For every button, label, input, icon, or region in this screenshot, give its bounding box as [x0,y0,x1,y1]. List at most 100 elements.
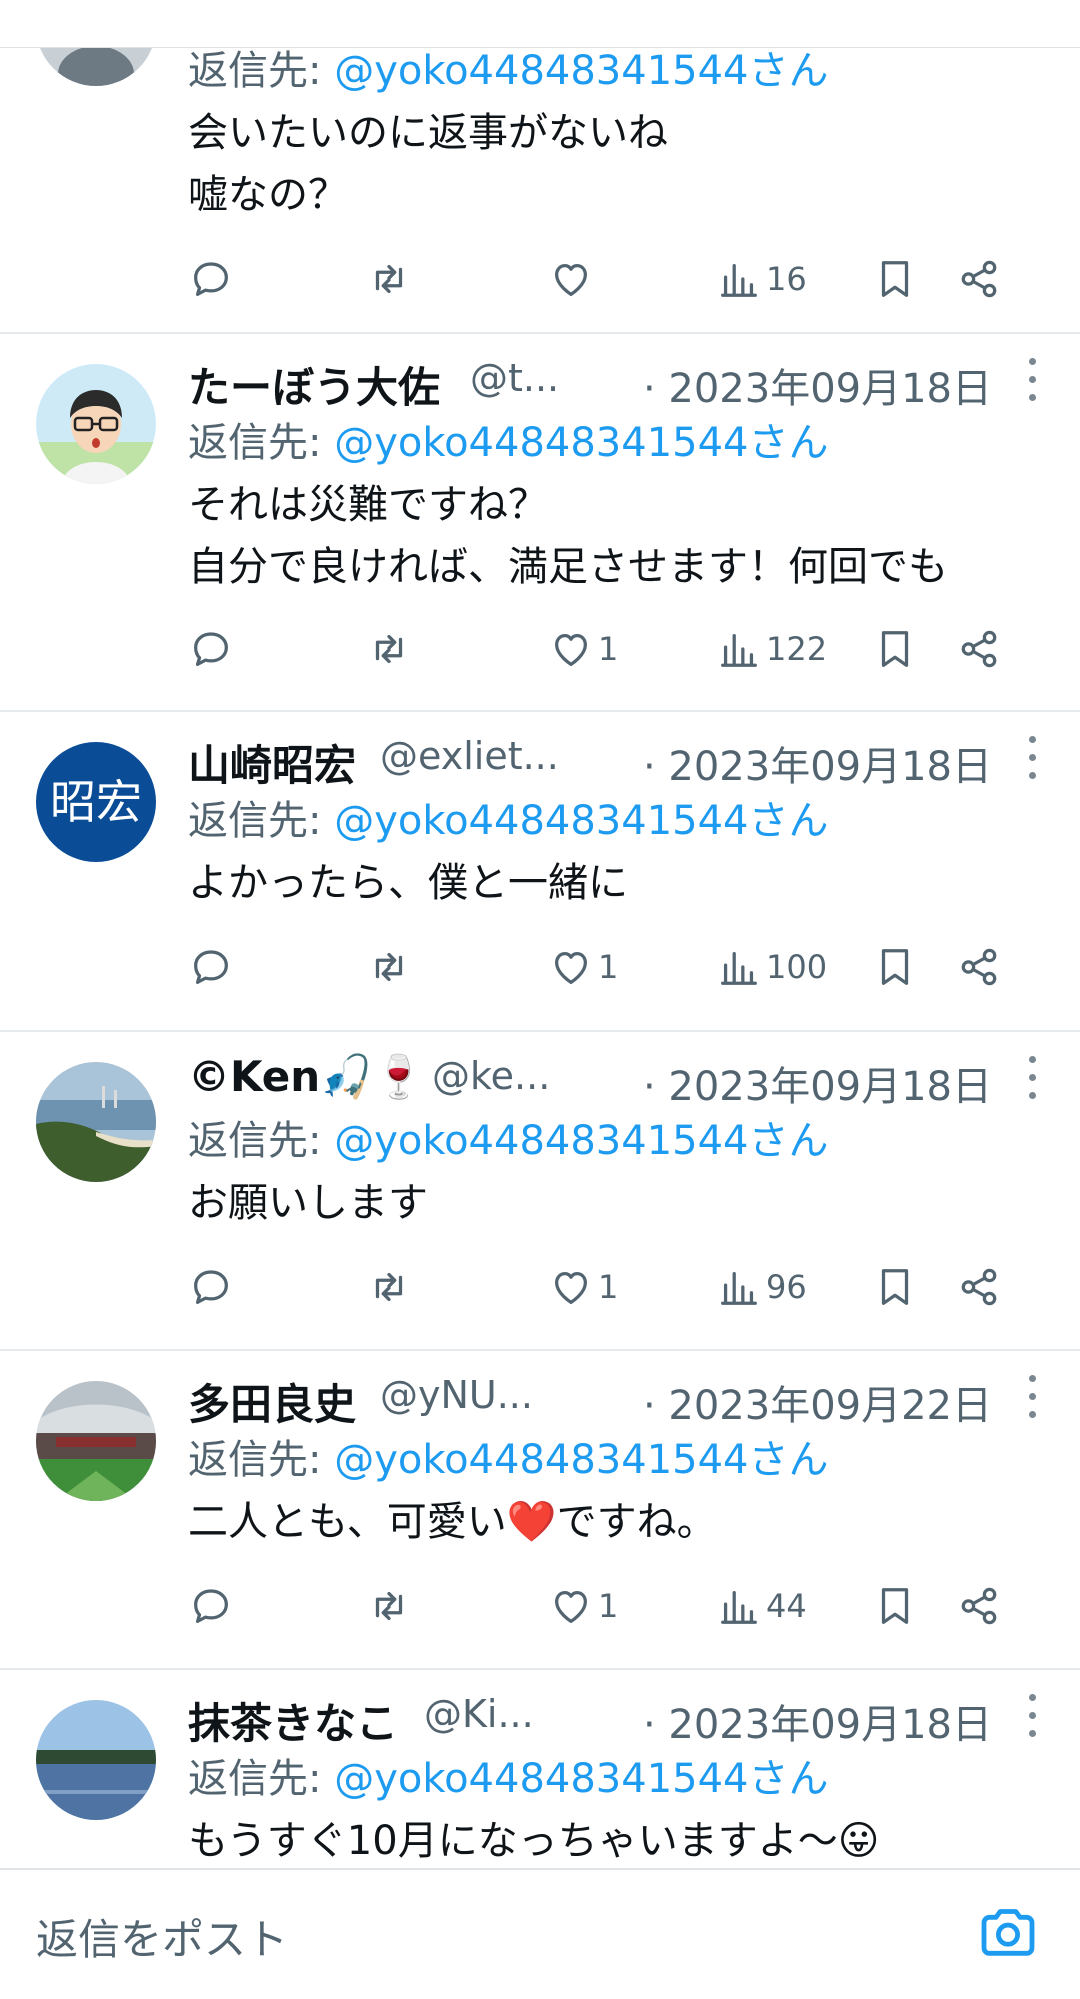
bookmark-icon [881,261,909,297]
reply-mention-link[interactable]: @yoko44848341544さん [334,1437,828,1483]
views-button[interactable]: 96 [716,1252,807,1322]
lake-photo-avatar[interactable] [36,1700,156,1820]
initials-avatar[interactable]: 昭宏 [36,742,156,862]
stadium-photo-avatar[interactable] [36,1381,156,1501]
bookmark-icon [881,949,909,985]
view-count: 44 [766,1587,807,1625]
reply-input-placeholder[interactable]: 返信をポスト [36,1906,288,1967]
reply-tweet[interactable]: 返信先: @yoko44848341544さん 会いたいのに返事がないね 嘘なの… [0,0,1080,334]
tweet-date[interactable]: · 2023年09月22日 [643,1373,992,1431]
tweet-date[interactable]: · 2023年09月18日 [643,356,992,414]
reply-mention-link[interactable]: @yoko44848341544さん [334,48,828,94]
reply-to-label: 返信先: [188,1118,322,1164]
author-handle[interactable]: @exliet... [380,734,559,778]
reply-mention-link[interactable]: @yoko44848341544さん [334,1756,828,1802]
reply-mention-link[interactable]: @yoko44848341544さん [334,420,828,466]
action-bar: 1 44 [188,1571,1038,1641]
share-button[interactable] [956,614,1002,684]
tweet-header: ©Ken🎣🍷 @ke... · 2023年09月18日 [188,1050,1056,1110]
repost-button[interactable] [366,1571,412,1641]
tweet-text-line: 自分で良ければ、満足させます！何回でも [188,544,948,590]
reply-button[interactable] [188,1252,234,1322]
repost-button[interactable] [366,1252,412,1322]
like-button[interactable] [548,244,598,314]
author-name[interactable]: 山崎昭宏 [188,732,356,793]
reply-mention-link[interactable]: @yoko44848341544さん [334,1118,828,1164]
author-handle[interactable]: @ke... [432,1054,550,1098]
views-button[interactable]: 16 [716,244,807,314]
author-handle[interactable]: @yNU... [380,1373,533,1417]
views-button[interactable]: 122 [716,614,827,684]
reply-button[interactable] [188,614,234,684]
author-name[interactable]: たーぼう大佐 [188,354,440,415]
action-bar: 1 96 [188,1252,1038,1322]
heart-icon [554,633,588,666]
like-count: 1 [598,948,619,986]
tweet-date[interactable]: · 2023年09月18日 [643,1054,992,1112]
like-button[interactable]: 1 [548,1252,618,1322]
like-button[interactable]: 1 [548,932,618,1002]
repost-button[interactable] [366,614,412,684]
reply-button[interactable] [188,244,234,314]
tweet-date[interactable]: · 2023年09月18日 [643,734,992,792]
views-chart-icon [721,1271,757,1305]
bookmark-button[interactable] [872,1252,918,1322]
share-icon [961,1268,997,1306]
share-icon [961,1587,997,1625]
views-button[interactable]: 44 [716,1571,807,1641]
author-name[interactable]: ©Ken🎣🍷 [188,1052,425,1102]
reply-tweet[interactable]: 昭宏 山崎昭宏 @exliet... · 2023年09月18日 返信先: @y… [0,712,1080,1032]
author-name[interactable]: 多田良史 [188,1371,356,1432]
bookmark-button[interactable] [872,244,918,314]
share-button[interactable] [956,1571,1002,1641]
share-icon [961,260,997,298]
reply-icon [194,632,228,666]
reply-button[interactable] [188,1571,234,1641]
share-icon [961,948,997,986]
like-count: 1 [598,630,619,668]
repost-icon [375,1272,403,1302]
author-handle[interactable]: @Ki... [424,1692,534,1736]
author-name[interactable]: 抹茶きなこ [188,1690,398,1751]
reply-mention-link[interactable]: @yoko44848341544さん [334,798,828,844]
more-options-icon[interactable] [1012,1050,1052,1106]
like-button[interactable]: 1 [548,614,618,684]
more-options-icon[interactable] [1012,1688,1052,1744]
share-button[interactable] [956,244,1002,314]
cartoon-glasses-avatar[interactable] [36,364,156,484]
views-button[interactable]: 100 [716,932,827,1002]
top-bar [0,0,1080,48]
reply-tweet[interactable]: たーぼう大佐 @t... · 2023年09月18日 返信先: @yoko448… [0,334,1080,712]
share-icon [961,630,997,668]
reply-to-line: 返信先: @yoko44848341544さん [188,412,1056,474]
more-options-icon[interactable] [1012,730,1052,786]
share-button[interactable] [956,1252,1002,1322]
tweet-text-line: 嘘なの？ [188,172,348,218]
bookmark-button[interactable] [872,932,918,1002]
repost-button[interactable] [366,244,412,314]
coast-photo-avatar[interactable] [36,1062,156,1182]
heart-icon [554,951,588,984]
reply-tweet[interactable]: 多田良史 @yNU... · 2023年09月22日 返信先: @yoko448… [0,1351,1080,1670]
bookmark-button[interactable] [872,614,918,684]
views-chart-icon [721,263,757,297]
avatar-initials: 昭宏 [50,775,142,829]
reply-tweet[interactable]: ©Ken🎣🍷 @ke... · 2023年09月18日 返信先: @yoko44… [0,1032,1080,1351]
more-options-icon[interactable] [1012,1369,1052,1425]
reply-button[interactable] [188,932,234,1002]
more-options-icon[interactable] [1012,352,1052,408]
share-button[interactable] [956,932,1002,1002]
repost-button[interactable] [366,932,412,1002]
author-handle[interactable]: @t... [470,356,559,400]
tweet-date[interactable]: · 2023年09月18日 [643,1692,992,1750]
bookmark-button[interactable] [872,1571,918,1641]
tweet-text-line: 二人とも、可愛い❤️ですね。 [188,1499,717,1545]
tweet-header: 抹茶きなこ @Ki... · 2023年09月18日 [188,1688,1056,1748]
like-button[interactable]: 1 [548,1571,618,1641]
reply-icon [194,950,228,984]
reply-composer[interactable]: 返信をポスト [0,1868,1080,1999]
reply-to-label: 返信先: [188,48,322,94]
reply-tweet[interactable]: 抹茶きなこ @Ki... · 2023年09月18日 返信先: @yoko448… [0,1670,1080,1868]
views-chart-icon [721,1590,757,1624]
camera-icon[interactable] [976,1900,1040,1964]
